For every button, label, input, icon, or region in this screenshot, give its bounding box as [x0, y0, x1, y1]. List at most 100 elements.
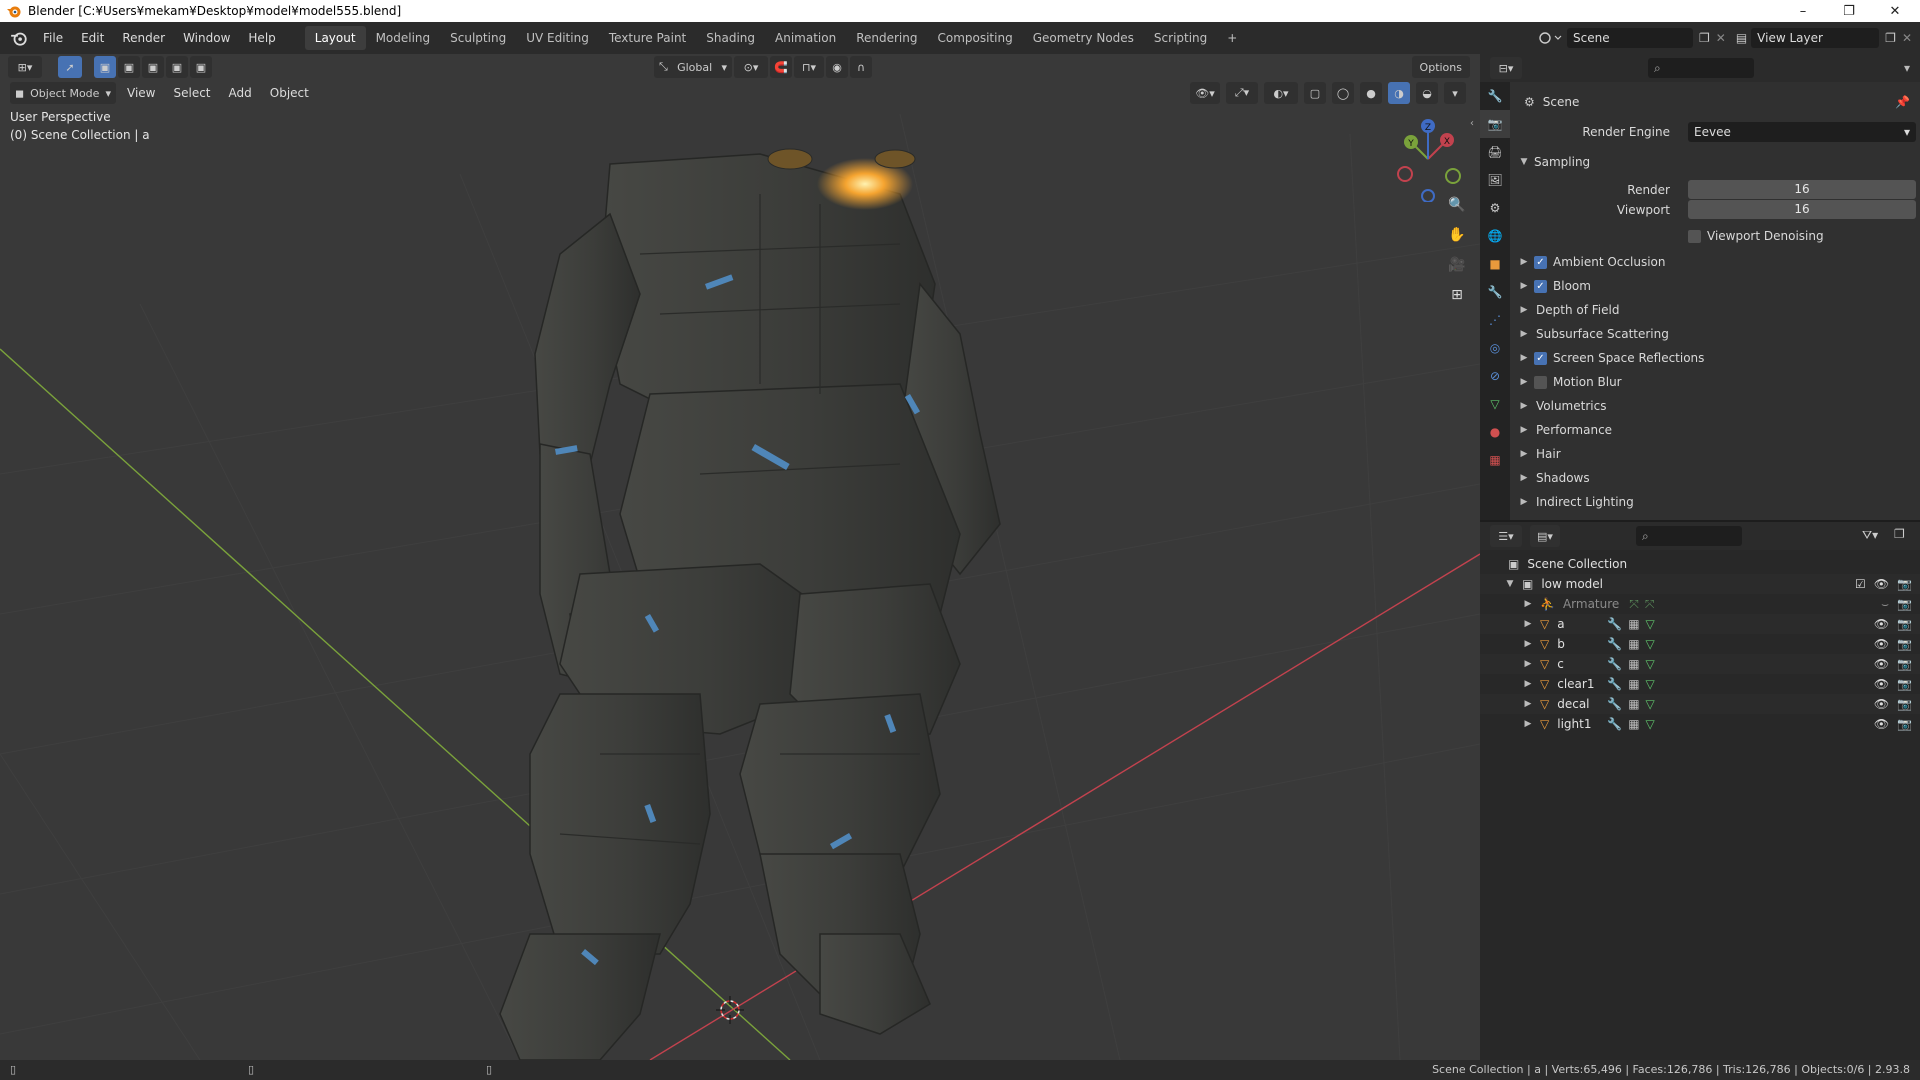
- render-camera-icon[interactable]: 📷: [1897, 577, 1912, 591]
- tab-geometry-nodes[interactable]: Geometry Nodes: [1023, 26, 1144, 50]
- expand-icon[interactable]: ▶: [1522, 619, 1534, 629]
- tab-rendering[interactable]: Rendering: [846, 26, 927, 50]
- select-mode-intersect-icon[interactable]: ▣: [190, 56, 212, 78]
- world-tab-icon[interactable]: 🌐: [1480, 222, 1510, 250]
- visibility-hidden-icon[interactable]: ⌣: [1881, 597, 1889, 612]
- select-mode-subtract-icon[interactable]: ▣: [142, 56, 164, 78]
- modifier-icon[interactable]: 🔧: [1607, 697, 1622, 711]
- gizmo-toggle-icon[interactable]: ⤢▾: [1226, 82, 1258, 104]
- tab-animation[interactable]: Animation: [765, 26, 846, 50]
- menu-render[interactable]: Render: [113, 26, 174, 50]
- pan-hand-icon[interactable]: ✋: [1444, 222, 1470, 248]
- mesh-data-icon[interactable]: ▽: [1646, 617, 1655, 631]
- properties-options-icon[interactable]: ▾: [1904, 61, 1910, 75]
- particles-tab-icon[interactable]: ⋰: [1480, 306, 1510, 334]
- outliner-search-input[interactable]: ⌕: [1636, 526, 1742, 546]
- zoom-icon[interactable]: 🔍: [1444, 192, 1470, 218]
- render-camera-icon[interactable]: 📷: [1897, 677, 1912, 691]
- maximize-button[interactable]: ❐: [1826, 0, 1872, 22]
- bone-icon[interactable]: ⤧: [1629, 597, 1639, 612]
- delete-view-layer-icon[interactable]: ✕: [1902, 31, 1912, 45]
- panel-bloom[interactable]: ▶ ✓ Bloom: [1510, 274, 1920, 298]
- viewport-menu-view[interactable]: View: [118, 86, 164, 100]
- visibility-eye-icon[interactable]: 👁: [1874, 657, 1889, 671]
- exclude-checkbox-icon[interactable]: ☑: [1855, 577, 1866, 591]
- tab-compositing[interactable]: Compositing: [927, 26, 1022, 50]
- expand-icon[interactable]: ▶: [1522, 699, 1534, 709]
- menu-help[interactable]: Help: [239, 26, 284, 50]
- menu-edit[interactable]: Edit: [72, 26, 113, 50]
- select-mode-invert-icon[interactable]: ▣: [166, 56, 188, 78]
- sampling-render-field[interactable]: 16: [1688, 180, 1916, 199]
- collection-row[interactable]: ▼ ▣ low model ☑ 👁 📷: [1480, 574, 1920, 594]
- tab-modeling[interactable]: Modeling: [366, 26, 441, 50]
- mesh-data-icon[interactable]: ▽: [1646, 717, 1655, 731]
- visibility-eye-icon[interactable]: 👁: [1874, 617, 1889, 631]
- outliner-item[interactable]: ▶ ▽ c 🔧 ▦ ▽ 👁 📷: [1480, 654, 1920, 674]
- expand-icon[interactable]: ▶: [1522, 659, 1534, 669]
- vertex-group-icon[interactable]: ▦: [1628, 677, 1639, 691]
- overlays-toggle-icon[interactable]: ◐▾: [1264, 82, 1298, 104]
- new-view-layer-icon[interactable]: ❐: [1885, 31, 1896, 45]
- tab-scripting[interactable]: Scripting: [1144, 26, 1217, 50]
- outliner-item[interactable]: ▶ ▽ a 🔧 ▦ ▽ 👁 📷: [1480, 614, 1920, 634]
- tab-sculpting[interactable]: Sculpting: [440, 26, 516, 50]
- scene-selector[interactable]: Scene: [1567, 28, 1693, 48]
- mesh-data-icon[interactable]: ▽: [1646, 657, 1655, 671]
- view-layer-selector[interactable]: View Layer: [1751, 28, 1880, 48]
- expand-icon[interactable]: ▼: [1504, 579, 1516, 589]
- physics-tab-icon[interactable]: ◎: [1480, 334, 1510, 362]
- minimize-button[interactable]: –: [1780, 0, 1826, 22]
- delete-scene-icon[interactable]: ✕: [1716, 31, 1726, 45]
- outliner-item[interactable]: ▶ ▽ decal 🔧 ▦ ▽ 👁 📷: [1480, 694, 1920, 714]
- add-workspace-button[interactable]: +: [1217, 26, 1247, 50]
- modifier-icon[interactable]: 🔧: [1607, 677, 1622, 691]
- select-mode-new-icon[interactable]: ▣: [94, 56, 116, 78]
- vertex-group-icon[interactable]: ▦: [1628, 617, 1639, 631]
- object-tab-icon[interactable]: ■: [1480, 250, 1510, 278]
- wireframe-shading-icon[interactable]: ◯: [1332, 82, 1354, 104]
- shading-options-icon[interactable]: ▾: [1444, 82, 1466, 104]
- panel-hair[interactable]: ▶ Hair: [1510, 442, 1920, 466]
- viewport-menu-add[interactable]: Add: [220, 86, 261, 100]
- panel-screen-space-reflections[interactable]: ▶ ✓ Screen Space Reflections: [1510, 346, 1920, 370]
- modifier-icon[interactable]: 🔧: [1607, 617, 1622, 631]
- mesh-data-icon[interactable]: ▽: [1646, 637, 1655, 651]
- panel-indirect-lighting[interactable]: ▶ Indirect Lighting: [1510, 490, 1920, 514]
- texture-tab-icon[interactable]: ▦: [1480, 446, 1510, 474]
- select-mode-extend-icon[interactable]: ▣: [118, 56, 140, 78]
- panel-enable-checkbox[interactable]: ✓: [1534, 351, 1547, 365]
- scene-tab-icon[interactable]: ⚙: [1480, 194, 1510, 222]
- display-mode-icon[interactable]: ▤▾: [1530, 525, 1560, 547]
- mode-dropdown[interactable]: ◼ Object Mode ▾: [10, 82, 116, 104]
- viewport-menu-object[interactable]: Object: [261, 86, 318, 100]
- render-tab-icon[interactable]: 📷: [1480, 110, 1510, 138]
- xray-toggle-icon[interactable]: ▢: [1304, 82, 1326, 104]
- tab-layout[interactable]: Layout: [304, 26, 366, 50]
- render-camera-icon[interactable]: 📷: [1897, 657, 1912, 671]
- new-collection-icon[interactable]: ❐: [1894, 527, 1905, 541]
- solid-shading-icon[interactable]: ●: [1360, 82, 1382, 104]
- panel-depth-of-field[interactable]: ▶ Depth of Field: [1510, 298, 1920, 322]
- viewport-menu-select[interactable]: Select: [164, 86, 219, 100]
- constraints-tab-icon[interactable]: ⊘: [1480, 362, 1510, 390]
- pose-icon[interactable]: ⤧: [1645, 597, 1655, 612]
- editor-type-icon[interactable]: ⊞▾: [8, 56, 42, 78]
- render-camera-icon[interactable]: 📷: [1897, 637, 1912, 651]
- material-preview-shading-icon[interactable]: ◑: [1388, 82, 1410, 104]
- visibility-eye-icon[interactable]: 👁: [1874, 677, 1889, 691]
- pivot-point-icon[interactable]: ⊙▾: [734, 56, 768, 78]
- blender-menu-icon[interactable]: [10, 29, 28, 47]
- filter-icon[interactable]: ⛛▾: [1862, 528, 1878, 543]
- panel-performance[interactable]: ▶ Performance: [1510, 418, 1920, 442]
- panel-enable-checkbox[interactable]: [1534, 375, 1547, 389]
- expand-icon[interactable]: ▶: [1522, 679, 1534, 689]
- outliner-item[interactable]: ▶ ▽ b 🔧 ▦ ▽ 👁 📷: [1480, 634, 1920, 654]
- transform-orientation-dropdown[interactable]: ⤡ Global ▾: [654, 56, 732, 78]
- 3d-viewport[interactable]: ⊞▾ ➚ ▣ ▣ ▣ ▣ ▣ ⤡ Global ▾ ⊙▾ 🧲 ⊓▾ ◉ ∩ Op…: [0, 54, 1480, 1060]
- vertex-group-icon[interactable]: ▦: [1628, 637, 1639, 651]
- material-tab-icon[interactable]: ●: [1480, 418, 1510, 446]
- menu-file[interactable]: File: [34, 26, 72, 50]
- menu-window[interactable]: Window: [174, 26, 239, 50]
- snap-target-icon[interactable]: ⊓▾: [794, 56, 824, 78]
